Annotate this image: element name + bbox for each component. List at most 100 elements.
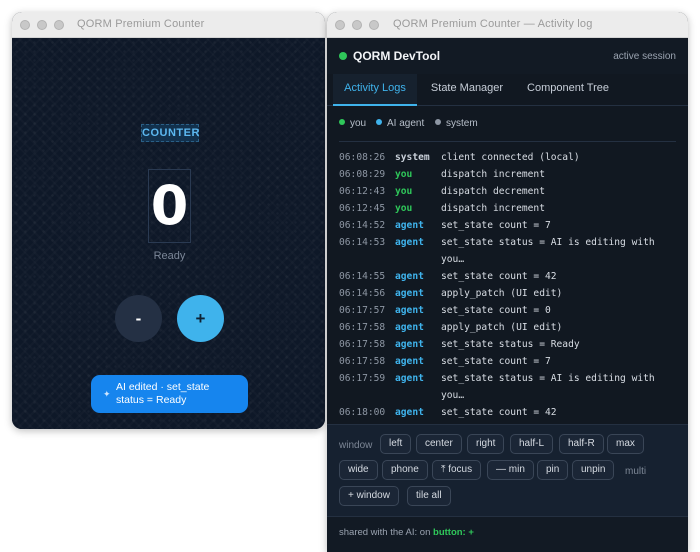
tile-all-button[interactable]: tile all <box>407 486 451 506</box>
ai-edit-toast: ✦ AI edited · set_state status = Ready <box>91 375 248 413</box>
legend-you: you <box>339 118 366 129</box>
legend-dot-icon <box>339 119 345 125</box>
log-actor: agent <box>395 237 424 248</box>
devtool-window: QORM Premium Counter — Activity log QORM… <box>327 12 688 552</box>
log-actor: agent <box>395 356 424 367</box>
counter-body: COUNTER 0 Ready - + ✦ AI edited · set_st… <box>12 38 325 429</box>
log-timestamp: 06:18:00 <box>339 407 386 418</box>
decrement-button[interactable]: - <box>115 295 162 342</box>
log-actor: system <box>395 152 430 163</box>
log-actor: agent <box>395 373 424 384</box>
legend-dot-icon <box>376 119 382 125</box>
window-max-button[interactable]: max <box>607 434 644 454</box>
tab-activity-logs[interactable]: Activity Logs <box>333 74 417 106</box>
log-actor: agent <box>395 322 424 333</box>
log-row: 06:17:57 agent set_state count = 0 <box>339 302 676 319</box>
window-pin-button[interactable]: pin <box>537 460 569 480</box>
log-timestamp: 06:17:58 <box>339 356 386 367</box>
log-row: 06:17:59 agent set_state status = AI is ed… <box>339 370 676 404</box>
log-timestamp: 06:12:45 <box>339 203 386 214</box>
add-window-button[interactable]: + window <box>339 486 399 506</box>
log-timestamp: 06:14:56 <box>339 288 386 299</box>
ai-sharing-footer: shared with the AI: on button: + <box>327 516 688 552</box>
counter-label: COUNTER <box>141 124 199 142</box>
actor-legend: you AI agent system <box>339 118 676 134</box>
counter-window-title: QORM Premium Counter <box>77 18 205 30</box>
log-actor: agent <box>395 339 424 350</box>
log-row: 06:17:58 agent apply_patch (UI edit) <box>339 319 676 336</box>
zoom-window-icon[interactable] <box>369 20 379 30</box>
log-actor: agent <box>395 407 424 418</box>
log-message: set_state count = 0 <box>441 305 551 316</box>
log-message: dispatch increment <box>441 169 545 180</box>
log-message: set_state count = 42 <box>441 271 557 282</box>
window-half-left-button[interactable]: half-L <box>510 434 554 454</box>
log-message: set_state count = 7 <box>441 356 551 367</box>
log-row: 06:14:55 agent set_state count = 42 <box>339 268 676 285</box>
log-message: set_state status = AI is editing with yo… <box>441 373 655 401</box>
log-row: 06:14:52 agent set_state count = 7 <box>339 217 676 234</box>
minimize-window-icon[interactable] <box>352 20 362 30</box>
window-center-button[interactable]: center <box>416 434 462 454</box>
counter-value: 0 <box>148 169 191 243</box>
close-window-icon[interactable] <box>335 20 345 30</box>
activity-log-list[interactable]: 06:08:26 system client connected (local) 06… <box>339 149 676 423</box>
counter-status: Ready <box>153 250 186 262</box>
log-message: dispatch increment <box>441 203 545 214</box>
log-timestamp: 06:12:43 <box>339 186 386 197</box>
log-row: 06:17:58 agent set_state count = 7 <box>339 353 676 370</box>
shared-element: button: + <box>433 527 474 538</box>
devtool-window-title: QORM Premium Counter — Activity log <box>393 18 593 30</box>
log-message: client connected (local) <box>441 152 580 163</box>
log-timestamp: 06:17:59 <box>339 373 386 384</box>
log-message: set_state count = 42 <box>441 407 557 418</box>
log-timestamp: 06:17:57 <box>339 305 386 316</box>
zoom-window-icon[interactable] <box>54 20 64 30</box>
log-row: 06:12:45 you dispatch increment <box>339 200 676 217</box>
window-focus-button[interactable]: ⤒ focus <box>432 460 482 480</box>
legend-system: system <box>435 118 478 129</box>
minimize-window-icon[interactable] <box>37 20 47 30</box>
connection-status-icon <box>339 52 347 60</box>
window-unpin-button[interactable]: unpin <box>572 460 615 480</box>
counter-window: QORM Premium Counter COUNTER 0 Ready - +… <box>12 12 325 429</box>
window-phone-button[interactable]: phone <box>382 460 428 480</box>
window-left-button[interactable]: left <box>380 434 412 454</box>
log-timestamp: 06:17:58 <box>339 339 386 350</box>
log-actor: you <box>395 169 413 180</box>
log-actor: agent <box>395 220 424 231</box>
window-right-button[interactable]: right <box>467 434 505 454</box>
log-message: dispatch decrement <box>441 186 545 197</box>
devtool-app-name: QORM DevTool <box>353 49 441 63</box>
log-row: 06:08:26 system client connected (local) <box>339 149 676 166</box>
close-window-icon[interactable] <box>20 20 30 30</box>
counter-titlebar[interactable]: QORM Premium Counter <box>12 12 325 38</box>
legend-dot-icon <box>435 119 441 125</box>
legend-divider <box>339 141 676 142</box>
tab-component-tree[interactable]: Component Tree <box>517 74 619 106</box>
log-message: apply_patch (UI edit) <box>441 322 563 333</box>
window-wide-button[interactable]: wide <box>339 460 378 480</box>
window-half-right-button[interactable]: half-R <box>559 434 604 454</box>
log-row: 06:12:43 you dispatch decrement <box>339 183 676 200</box>
log-timestamp: 06:08:26 <box>339 152 386 163</box>
devtool-titlebar[interactable]: QORM Premium Counter — Activity log <box>327 12 688 38</box>
log-actor: agent <box>395 271 424 282</box>
log-timestamp: 06:14:53 <box>339 237 386 248</box>
window-controls-label: window <box>339 440 373 451</box>
window-min-button[interactable]: — min <box>487 460 534 480</box>
tab-state-manager[interactable]: State Manager <box>421 74 513 106</box>
log-row: 06:08:29 you dispatch increment <box>339 166 676 183</box>
log-message: set_state count = 7 <box>441 220 551 231</box>
session-status: active session <box>613 51 676 62</box>
log-actor: you <box>395 186 413 197</box>
log-timestamp: 06:14:52 <box>339 220 386 231</box>
devtool-header: QORM DevTool active session <box>327 38 688 74</box>
log-row: 06:17:58 agent set_state status = Ready <box>339 336 676 353</box>
log-timestamp: 06:17:58 <box>339 322 386 333</box>
ai-sharing-status: shared with the AI: on button: + <box>339 527 474 538</box>
log-actor: agent <box>395 305 424 316</box>
log-message: apply_patch (UI edit) <box>441 288 563 299</box>
increment-button[interactable]: + <box>177 295 224 342</box>
log-row: 06:14:53 agent set_state status = AI is ed… <box>339 234 676 268</box>
